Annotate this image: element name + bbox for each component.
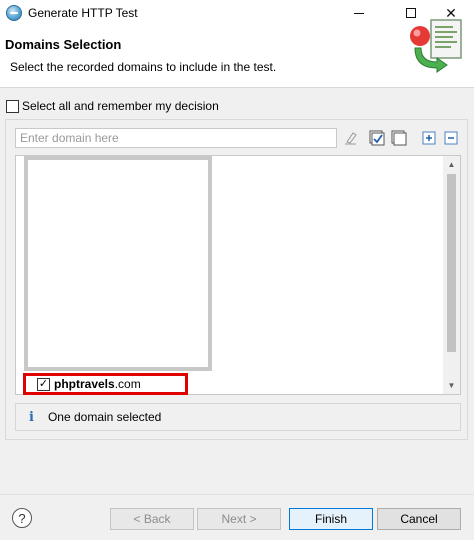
- selection-status: i One domain selected: [15, 403, 461, 431]
- status-text: One domain selected: [47, 410, 162, 424]
- app-icon: [6, 5, 22, 21]
- domain-item-phptravels[interactable]: ✓ phptravels.com: [23, 373, 188, 395]
- domain-label: phptravels.com: [54, 377, 141, 391]
- back-button[interactable]: < Back: [110, 508, 194, 530]
- clear-filter-button[interactable]: [342, 129, 360, 147]
- expand-all-icon: [422, 131, 436, 145]
- tree-placeholder-frame: [24, 156, 212, 371]
- help-icon: ?: [18, 510, 26, 526]
- check-all-button[interactable]: [368, 129, 386, 147]
- domain-filter-input[interactable]: [15, 128, 337, 148]
- scroll-up-arrow-icon[interactable]: ▲: [443, 156, 460, 173]
- finish-button[interactable]: Finish: [289, 508, 373, 530]
- vertical-scrollbar[interactable]: ▲ ▼: [443, 156, 460, 394]
- scroll-down-arrow-icon[interactable]: ▼: [443, 377, 460, 394]
- window-title: Generate HTTP Test: [28, 6, 138, 20]
- domain-tree[interactable]: ✓ phptravels.com ▲ ▼: [15, 155, 461, 395]
- uncheck-all-button[interactable]: [390, 129, 408, 147]
- domain-panel: ✓ phptravels.com ▲ ▼ i One domain select…: [5, 119, 468, 440]
- minimize-button[interactable]: [336, 0, 382, 26]
- title-bar: Generate HTTP Test ✕: [0, 0, 474, 26]
- next-button[interactable]: Next >: [197, 508, 281, 530]
- minimize-icon: [354, 12, 364, 14]
- expand-all-button[interactable]: [420, 129, 438, 147]
- cancel-button[interactable]: Cancel: [377, 508, 461, 530]
- collapse-all-icon: [444, 131, 458, 145]
- scroll-thumb[interactable]: [447, 174, 456, 352]
- collapse-all-button[interactable]: [442, 129, 460, 147]
- wizard-header: Domains Selection Select the recorded do…: [0, 26, 474, 88]
- info-icon: i: [29, 409, 34, 425]
- wizard-banner-icon: [410, 19, 462, 73]
- footer-divider: [0, 494, 474, 495]
- select-all-row[interactable]: Select all and remember my decision: [6, 99, 219, 113]
- check-all-icon: [369, 130, 385, 146]
- select-all-label: Select all and remember my decision: [22, 99, 219, 113]
- help-button[interactable]: ?: [12, 508, 32, 528]
- page-title: Domains Selection: [5, 37, 122, 52]
- domain-checkbox[interactable]: ✓: [37, 377, 50, 391]
- clear-filter-icon: [345, 132, 357, 145]
- page-description: Select the recorded domains to include i…: [10, 60, 277, 74]
- uncheck-all-icon: [391, 130, 407, 146]
- select-all-checkbox[interactable]: [6, 99, 19, 113]
